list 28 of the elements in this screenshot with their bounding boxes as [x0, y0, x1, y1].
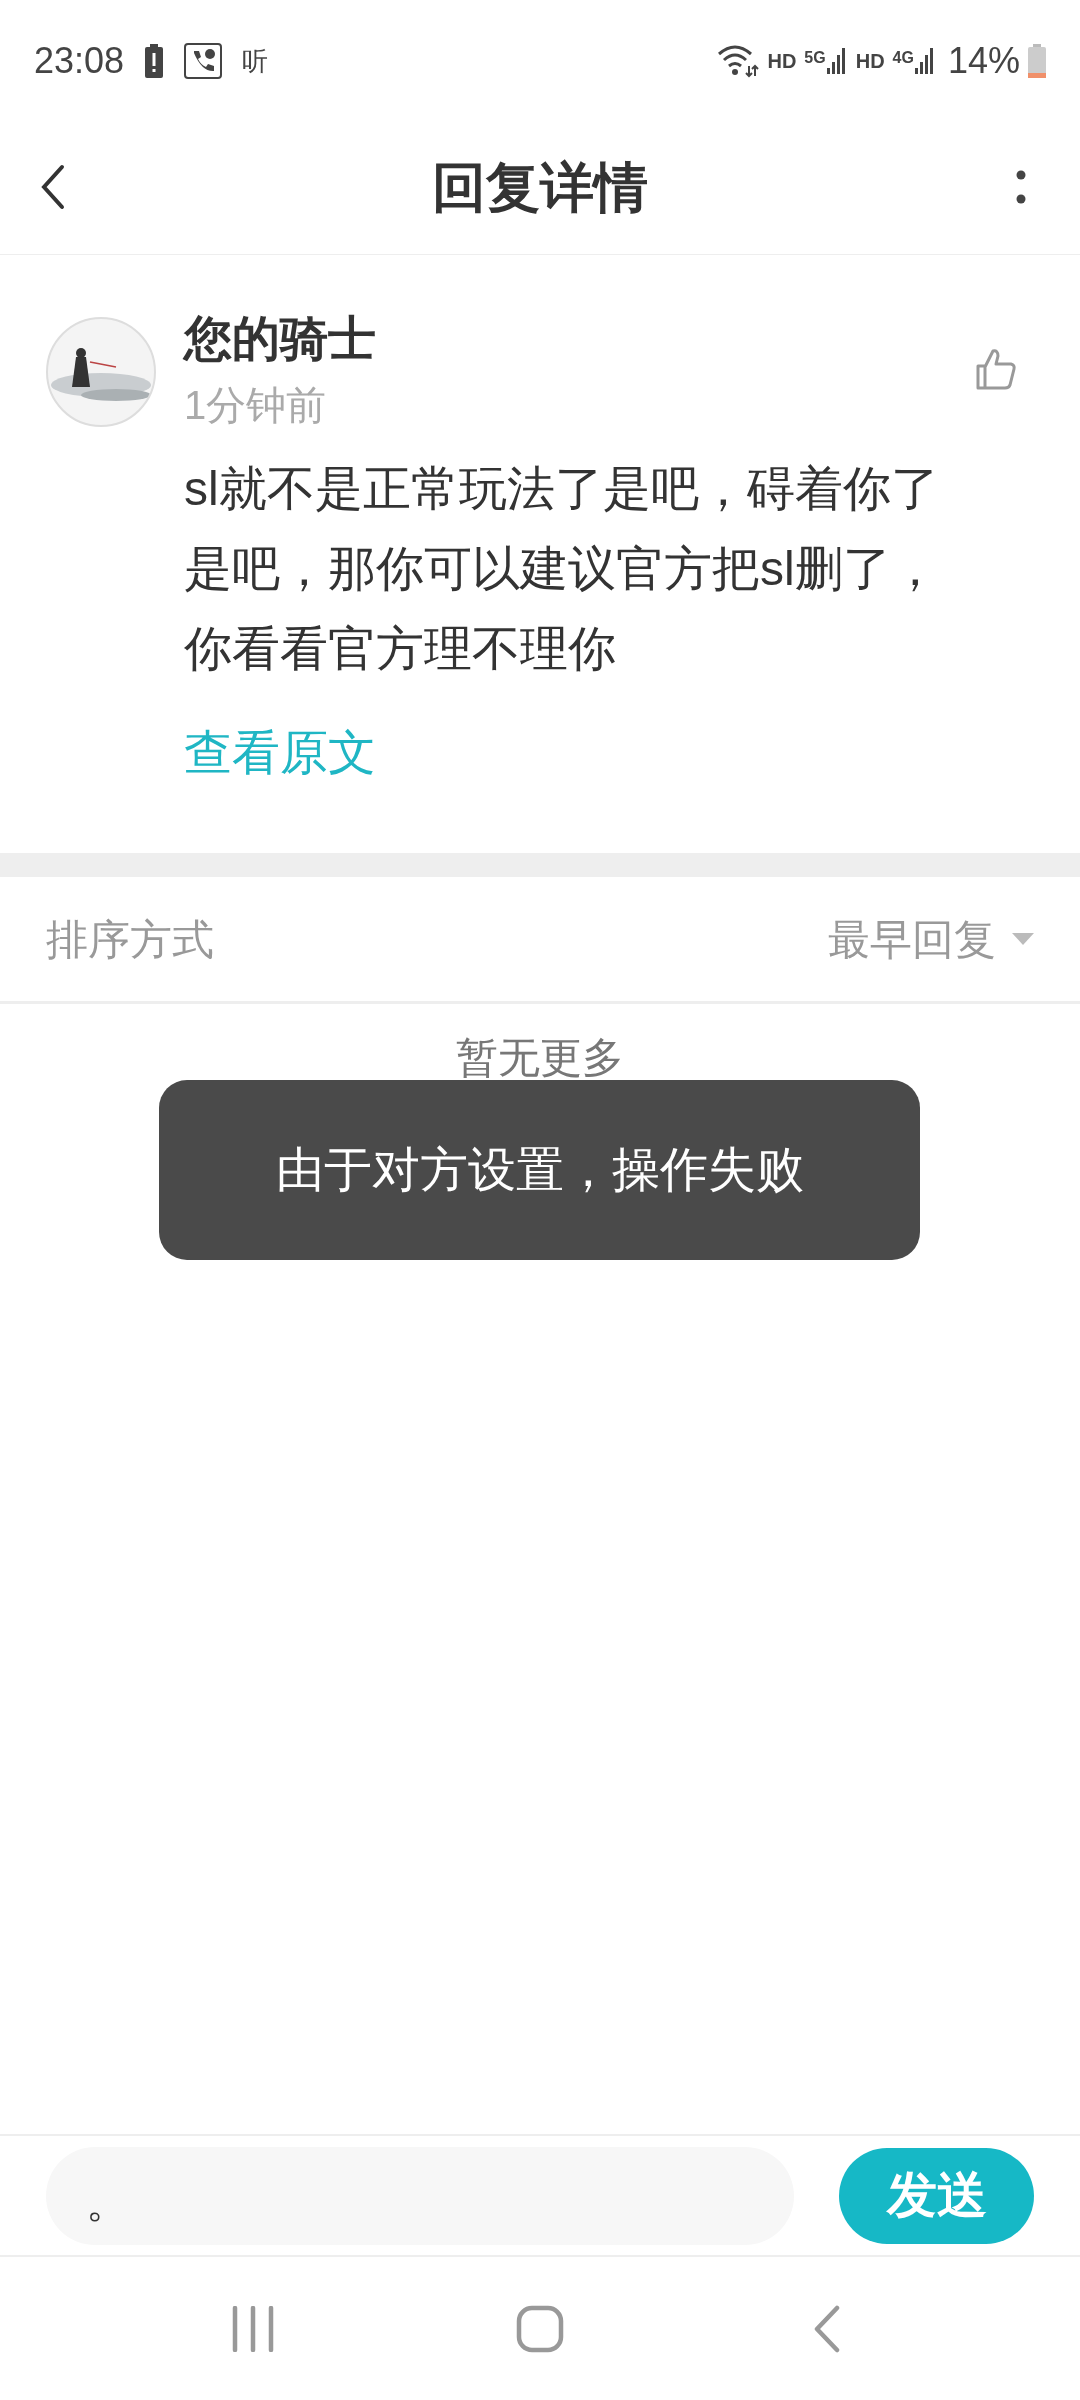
signal-icon	[825, 46, 848, 76]
phone-app-icon	[184, 43, 223, 79]
more-icon[interactable]	[1016, 169, 1026, 205]
caret-icon[interactable]	[1012, 933, 1034, 945]
battery-percent: 14%	[947, 39, 1020, 83]
comment-time: 1分钟前	[184, 382, 328, 429]
wifi-icon	[717, 44, 760, 78]
like-button[interactable]	[974, 347, 1018, 391]
network-type-label: 5G	[804, 48, 826, 68]
status-time: 23:08	[34, 39, 125, 83]
hd-label: HD	[855, 49, 885, 74]
battery-icon	[1028, 44, 1046, 78]
listen-label: 听	[242, 44, 269, 78]
alert-battery-icon	[144, 44, 165, 78]
sort-label: 排序方式	[46, 914, 214, 965]
hd-label: HD	[767, 49, 797, 74]
page-title: 回复详情	[432, 155, 648, 219]
reply-input-field[interactable]: 。	[46, 2146, 795, 2245]
author-name[interactable]: 您的骑士	[184, 309, 376, 369]
signal-icon	[913, 46, 936, 76]
sort-dropdown[interactable]: 最早回复	[828, 907, 1034, 971]
view-original-link[interactable]: 查看原文	[184, 717, 376, 789]
network-type-label: 4G	[892, 48, 914, 68]
send-button[interactable]: 发送	[839, 2147, 1034, 2244]
comment-text: sl就不是正常玩法了是吧，碍着你了是吧，那你可以建议官方把sl删了，你看看官方理不理你	[184, 461, 940, 677]
no-more-text: 暂无更多	[456, 1033, 624, 1083]
back-icon[interactable]	[40, 164, 66, 210]
toast: 由于对方设置，操作失败	[159, 1080, 920, 1260]
